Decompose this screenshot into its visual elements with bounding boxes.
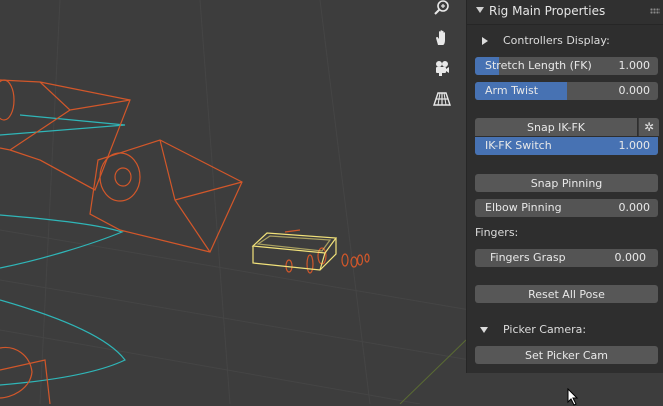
slider-label: IK-FK Switch: [485, 139, 552, 152]
slider-value: 0.000: [618, 201, 651, 214]
slider-label: Elbow Pinning: [485, 201, 562, 214]
slider-value: 1.000: [618, 59, 651, 72]
panel-header[interactable]: Rig Main Properties: [467, 0, 663, 25]
slider-value: 0.000: [614, 251, 647, 264]
slider-label: Fingers Grasp: [490, 251, 566, 264]
slider-value: 1.000: [618, 139, 651, 152]
cyan-controllers: [0, 114, 126, 386]
slider-value: 0.000: [618, 84, 651, 97]
panel-title: Rig Main Properties: [489, 4, 606, 18]
snap-pinning-button[interactable]: Snap Pinning: [475, 174, 658, 192]
collapse-arrow-icon[interactable]: [480, 327, 488, 333]
slider-label: Stretch Length (FK): [485, 59, 592, 72]
gear-icon[interactable]: ✲: [638, 118, 659, 136]
perspective-grid-icon[interactable]: [429, 86, 455, 112]
camera-icon[interactable]: [429, 55, 455, 81]
reset-all-pose-button[interactable]: Reset All Pose: [475, 285, 658, 303]
rig-properties-panel: Rig Main Properties Controllers Display:…: [466, 0, 663, 373]
mouse-cursor-icon: [567, 388, 579, 406]
stretch-length-slider[interactable]: Stretch Length (FK) 1.000: [475, 57, 658, 75]
arm-twist-slider[interactable]: Arm Twist 0.000: [475, 82, 658, 100]
fingers-grasp-slider[interactable]: Fingers Grasp 0.000: [475, 249, 658, 267]
orange-bone-shapes: [0, 79, 370, 404]
viewport-grid: [0, 0, 471, 404]
controllers-display-label[interactable]: Controllers Display:: [503, 34, 610, 47]
hand-pan-icon[interactable]: [429, 25, 455, 51]
snap-ikfk-button[interactable]: Snap IK-FK: [475, 118, 637, 136]
picker-camera-label[interactable]: Picker Camera:: [503, 323, 586, 336]
drag-grip-icon[interactable]: [650, 8, 660, 14]
set-picker-cam-button[interactable]: Set Picker Cam: [475, 346, 658, 364]
expand-arrow-icon[interactable]: [482, 37, 488, 45]
fingers-label: Fingers:: [475, 226, 519, 239]
elbow-pinning-slider[interactable]: Elbow Pinning 0.000: [475, 199, 658, 217]
slider-label: Arm Twist: [485, 84, 539, 97]
collapse-arrow-icon[interactable]: [476, 7, 484, 13]
selected-hand-box: [251, 232, 338, 271]
ikfk-switch-slider[interactable]: IK-FK Switch 1.000: [475, 137, 658, 155]
